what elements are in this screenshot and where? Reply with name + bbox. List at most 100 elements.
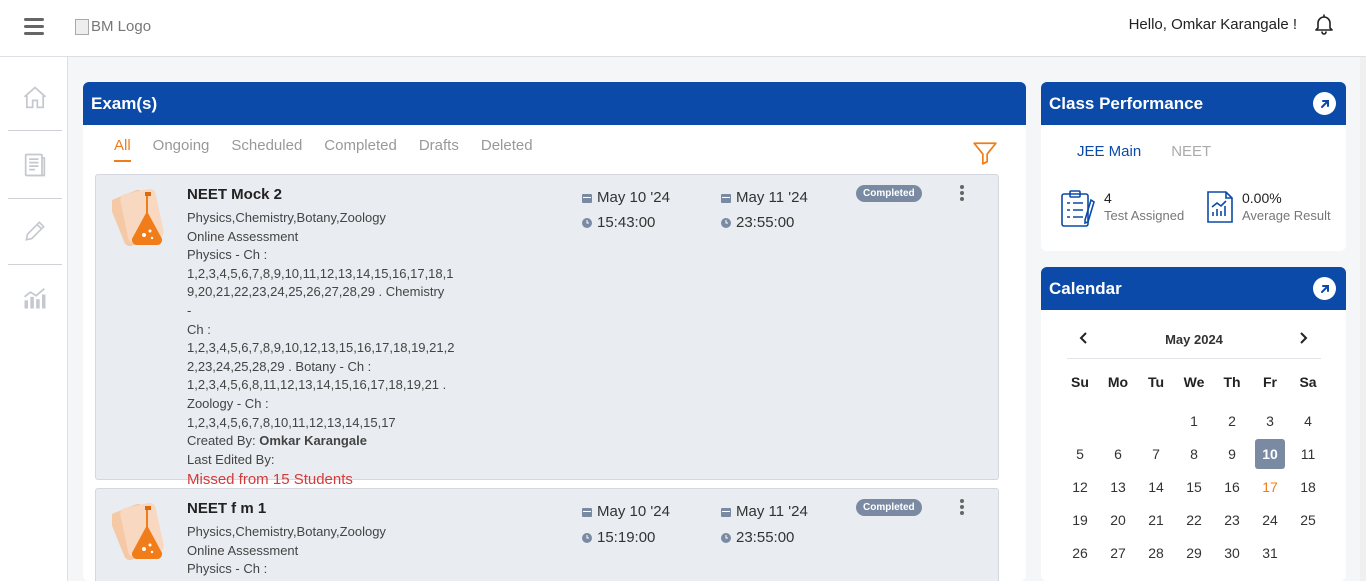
page-scrollbar[interactable] (1360, 57, 1366, 581)
exams-panel-title: Exam(s) (83, 82, 1026, 125)
chapter-line: 9,20,21,22,23,24,25,26,27,28,29 . Chemis… (187, 284, 445, 318)
calendar-day[interactable]: 31 (1251, 538, 1289, 571)
weekday-header: Fr (1263, 374, 1277, 390)
sidebar-item-reports[interactable] (8, 265, 62, 331)
more-options-icon[interactable] (958, 185, 966, 203)
tests-assigned-stat: 4 Test Assigned (1060, 190, 1184, 228)
menu-icon[interactable] (24, 18, 44, 36)
flask-icon (112, 502, 164, 561)
tab-completed[interactable]: Completed (324, 137, 397, 162)
calendar-day[interactable]: 20 (1099, 505, 1137, 538)
exam-card[interactable]: NEET Mock 2 Physics,Chemistry,Botany,Zoo… (95, 174, 999, 488)
start-date: May 10 '24 (582, 503, 670, 520)
calendar-day[interactable]: 6 (1099, 439, 1137, 472)
bell-icon[interactable] (1312, 12, 1336, 36)
calendar-day[interactable]: 5 (1061, 439, 1099, 472)
calendar-day[interactable]: 7 (1137, 439, 1175, 472)
exam-title[interactable]: NEET f m 1 (187, 500, 266, 517)
tab-all[interactable]: All (114, 137, 131, 162)
calendar-title: Calendar (1041, 267, 1346, 310)
broken-image-icon (75, 18, 89, 35)
sidebar (0, 57, 68, 581)
calendar-day[interactable]: 25 (1289, 505, 1327, 538)
created-by-name: Omkar Karangale (259, 433, 367, 449)
created-by-label: Created By: (187, 433, 260, 449)
calendar-title-text: Calendar (1049, 279, 1122, 298)
calendar-day[interactable]: 12 (1061, 472, 1099, 505)
calendar-day[interactable]: 4 (1289, 406, 1327, 439)
chapter-line: 1,2,3,4,5,6,7,8,10,11,12,13,14,15,17 (187, 414, 396, 430)
calendar-day[interactable]: 13 (1099, 472, 1137, 505)
calendar-day[interactable]: 17 (1251, 472, 1289, 505)
arrow-up-right-icon (1320, 99, 1329, 108)
calendar-grid: Su Mo Tu We Th Fr Sa 1 2 3 4 5 6 7 8 9 10 11 12 13 14 15 16 17 1… (1061, 374, 1327, 571)
calendar-day[interactable]: 10 (1251, 439, 1289, 472)
calendar-day[interactable]: 14 (1137, 472, 1175, 505)
next-month-button[interactable] (1293, 328, 1313, 348)
calendar-day[interactable]: 30 (1213, 538, 1251, 571)
calendar-day[interactable]: 8 (1175, 439, 1213, 472)
exam-title[interactable]: NEET Mock 2 (187, 186, 282, 203)
last-edited-by: Last Edited By: (187, 451, 275, 467)
logo[interactable]: BM Logo (75, 18, 151, 35)
tab-scheduled[interactable]: Scheduled (231, 137, 302, 162)
tab-deleted[interactable]: Deleted (481, 137, 533, 162)
exam-type: Online Assessment (187, 228, 299, 244)
average-result-text: 0.00% Average Result (1242, 190, 1331, 223)
start-time-value: 15:43:00 (597, 214, 656, 231)
arrow-up-right-icon (1320, 284, 1329, 293)
flask-icon (112, 188, 164, 247)
report-chart-icon (1207, 191, 1233, 223)
chapter-line: Zoology - Ch : (187, 395, 269, 411)
exam-type: Online Assessment (187, 542, 299, 558)
calendar-day[interactable]: 1 (1175, 406, 1213, 439)
calendar-day[interactable]: 24 (1251, 505, 1289, 538)
calendar-day[interactable]: 28 (1137, 538, 1175, 571)
sidebar-divider (8, 130, 62, 131)
calendar-day[interactable]: 19 (1061, 505, 1099, 538)
tab-neet[interactable]: NEET (1171, 143, 1211, 160)
calendar-day[interactable]: 29 (1175, 538, 1213, 571)
average-result-label: Average Result (1242, 208, 1331, 223)
sidebar-item-exams[interactable] (8, 132, 62, 198)
tab-drafts[interactable]: Drafts (419, 137, 459, 162)
chapter-line: 1,2,3,4,5,6,7,8,9,10,12,13,15,16,17,18,1… (187, 340, 455, 356)
sidebar-item-home[interactable] (8, 65, 62, 131)
calendar-day[interactable]: 21 (1137, 505, 1175, 538)
calendar-day[interactable]: 11 (1289, 439, 1327, 472)
clock-icon (721, 217, 731, 228)
calendar-day[interactable]: 2 (1213, 406, 1251, 439)
calendar-day[interactable]: 26 (1061, 538, 1099, 571)
calendar-day[interactable]: 27 (1099, 538, 1137, 571)
average-result-stat: 0.00% Average Result (1206, 190, 1331, 224)
calendar-month: May 2024 (1165, 332, 1223, 347)
calendar-day[interactable]: 15 (1175, 472, 1213, 505)
user-greeting[interactable]: Hello, Omkar Karangale ! (1129, 16, 1297, 33)
exam-card[interactable]: NEET f m 1 Physics,Chemistry,Botany,Zool… (95, 488, 999, 581)
tab-ongoing[interactable]: Ongoing (153, 137, 210, 162)
expand-button[interactable] (1313, 277, 1336, 300)
end-date-value: May 11 '24 (736, 189, 808, 206)
more-options-icon[interactable] (958, 499, 966, 517)
start-time-value: 15:19:00 (597, 529, 656, 546)
exam-subjects: Physics,Chemistry,Botany,Zoology (187, 524, 386, 539)
calendar-nav: May 2024 (1067, 324, 1321, 359)
calendar-day[interactable]: 16 (1213, 472, 1251, 505)
status-badge: Completed (856, 185, 922, 202)
calendar-day[interactable]: 9 (1213, 439, 1251, 472)
expand-button[interactable] (1313, 92, 1336, 115)
end-time: 23:55:00 (721, 214, 794, 231)
calendar-day[interactable]: 23 (1213, 505, 1251, 538)
start-time: 15:19:00 (582, 529, 655, 546)
sidebar-item-edit[interactable] (8, 198, 62, 264)
calendar-blank (1061, 406, 1099, 439)
calendar-day[interactable]: 3 (1251, 406, 1289, 439)
tab-jee-main[interactable]: JEE Main (1077, 143, 1141, 160)
class-performance-panel: Class Performance JEE Main NEET 4 Test A… (1041, 82, 1346, 251)
filter-icon[interactable] (972, 140, 998, 166)
weekday-header: Sa (1299, 374, 1317, 390)
calendar-day[interactable]: 18 (1289, 472, 1327, 505)
exam-details: Physics,Chemistry,Botany,Zoology Online … (187, 523, 449, 579)
calendar-day[interactable]: 22 (1175, 505, 1213, 538)
end-time-value: 23:55:00 (736, 529, 795, 546)
